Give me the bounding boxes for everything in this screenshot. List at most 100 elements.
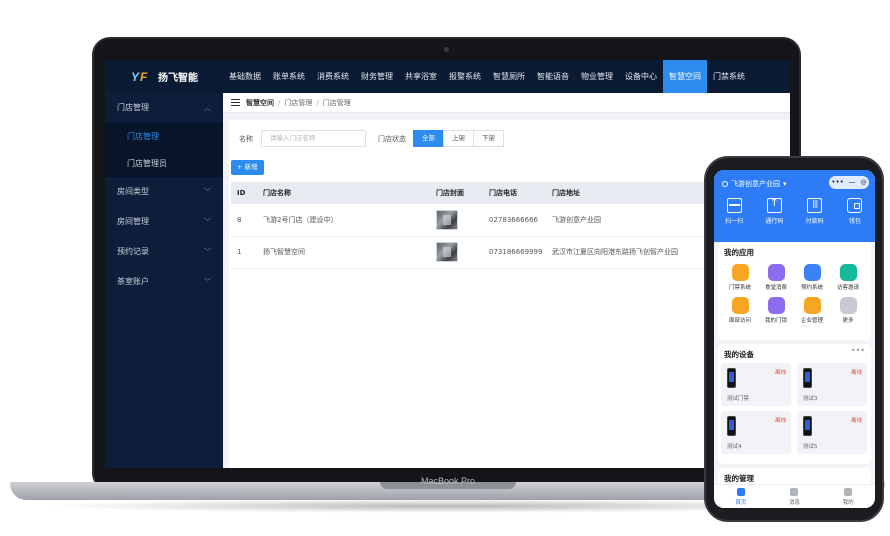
quick-action-label: 扫一扫 <box>725 218 744 225</box>
breadcrumb-item[interactable]: 智慧空间 <box>246 98 274 108</box>
logo[interactable]: YF 扬飞智能 <box>131 60 198 93</box>
nav-item[interactable]: 账单系统 <box>267 60 311 93</box>
more-menu-icon[interactable]: ••• <box>831 179 843 186</box>
column-header-cover[interactable]: 门店封面 <box>430 182 483 204</box>
sidebar-group-label: 预约记录 <box>117 247 149 256</box>
quick-action-label: 钱包 <box>848 218 861 225</box>
sidebar-group[interactable]: 门店管理 ︿ <box>105 93 223 123</box>
cell-phone: 073186669999 <box>483 236 546 269</box>
device-name: 测试3 <box>803 396 818 402</box>
quick-action[interactable]: 付款码 <box>797 198 833 225</box>
nav-item[interactable]: 门禁系统 <box>707 60 751 93</box>
menu-toggle-icon[interactable] <box>231 99 240 106</box>
sidebar-subitem[interactable]: 门店管理 <box>105 123 223 150</box>
app-tile[interactable]: 我的门锁 <box>758 297 794 324</box>
breadcrumb-item[interactable]: 门店管理 <box>284 98 312 108</box>
nav-item[interactable]: 消费系统 <box>311 60 355 93</box>
more-icon[interactable]: ••• <box>851 346 865 355</box>
quick-action[interactable]: 钱包 <box>837 198 873 225</box>
status-option[interactable]: 全部 <box>413 130 444 147</box>
app-label: 面部访问 <box>728 318 751 324</box>
tab-0[interactable]: 首页 <box>721 485 761 508</box>
device-status-badge: 离线 <box>850 370 862 376</box>
nav-item[interactable]: 基础数据 <box>223 60 267 93</box>
app-tile[interactable]: 企业管理 <box>794 297 830 324</box>
logo-text: 扬飞智能 <box>158 73 198 84</box>
sidebar-subitem[interactable]: 门店管理员 <box>105 150 223 177</box>
tab-1[interactable]: 消息 <box>774 485 814 508</box>
quick-action[interactable]: 扫一扫 <box>716 198 752 225</box>
sidebar-group[interactable]: 预约记录 ﹀ <box>105 237 223 267</box>
device-grid: 离线 测试门禁 离线 测试3 离线 测试4 离线 测试5 <box>721 363 868 454</box>
cell-id: 8 <box>231 204 257 237</box>
my-devices-card: 我的设备 ••• 离线 测试门禁 离线 测试3 离线 测试4 离线 测试5 <box>718 344 871 464</box>
store-name-input[interactable]: 请输入门店名称 <box>261 130 366 147</box>
status-option[interactable]: 上架 <box>443 130 474 147</box>
app-tile[interactable]: 门禁系统 <box>722 264 758 291</box>
device-card[interactable]: 离线测试3 <box>797 363 867 406</box>
phone-header: 飞游创意产业园 ▾ ••• — ◎ 扫一扫 通行码 付款码 钱包 <box>714 170 875 242</box>
device-card[interactable]: 离线测试4 <box>721 411 791 454</box>
miniprogram-capsule: ••• — ◎ <box>829 176 869 189</box>
app-tile[interactable]: 更多 <box>830 297 866 324</box>
nav-item[interactable]: 报警系统 <box>443 60 487 93</box>
column-header-id[interactable]: ID <box>231 182 257 204</box>
top-navbar: YF 扬飞智能 基础数据 账单系统 消费系统 财务管理 共享浴室 报警系统 智慧厕所 智能语音… <box>105 60 790 93</box>
app-tile[interactable]: 食堂消费 <box>758 264 794 291</box>
nav-item[interactable]: 共享浴室 <box>399 60 443 93</box>
company-icon <box>803 297 821 314</box>
barcode-icon <box>807 198 823 213</box>
sidebar-group[interactable]: 房间类型 ﹀ <box>105 177 223 207</box>
breadcrumb: 智慧空间 / 门店管理 / 门店管理 <box>223 93 790 113</box>
sidebar-group[interactable]: 茶室账户 ﹀ <box>105 267 223 297</box>
device-status-badge: 离线 <box>774 418 786 424</box>
app-tile[interactable]: 面部访问 <box>722 297 758 324</box>
store-cover-thumbnail[interactable] <box>436 242 458 262</box>
nav-item[interactable]: 物业管理 <box>575 60 619 93</box>
main-nav: 基础数据 账单系统 消费系统 财务管理 共享浴室 报警系统 智慧厕所 智能语音 物业管理 设备中心… <box>223 60 751 93</box>
nav-item[interactable]: 智能语音 <box>531 60 575 93</box>
device-name: 测试门禁 <box>727 396 750 402</box>
tab-2[interactable]: 我的 <box>828 485 868 508</box>
column-header-name[interactable]: 门店名称 <box>257 182 430 204</box>
cell-name: 飞游2号门店（建设中） <box>257 204 430 237</box>
chevron-down-icon: ﹀ <box>204 278 211 286</box>
name-filter-label: 名称 <box>239 134 253 143</box>
device-card[interactable]: 离线测试门禁 <box>721 363 791 406</box>
cell-name: 扬飞智慧空间 <box>257 236 430 269</box>
nav-item[interactable]: 智慧厕所 <box>487 60 531 93</box>
nav-item[interactable]: 智慧空间 <box>663 60 707 93</box>
location-selector[interactable]: 飞游创意产业园 ▾ <box>722 179 787 189</box>
app-tile[interactable]: 访客邀请 <box>830 264 866 291</box>
app-tile[interactable]: 预约系统 <box>794 264 830 291</box>
nav-item[interactable]: 财务管理 <box>355 60 399 93</box>
sidebar: 门店管理 ︿ 门店管理 门店管理员 房间类型 ﹀ 房间管理 ﹀ 预约记录 ﹀ 茶室账户 ﹀ <box>105 93 223 468</box>
store-cover-thumbnail[interactable] <box>436 209 458 230</box>
device-status-badge: 离线 <box>774 370 786 376</box>
my-apps-card: 我的应用 门禁系统 食堂消费 预约系统 访客邀请 面部访问 我的门锁 企业管理 更多 <box>718 242 871 340</box>
device-name: 测试4 <box>727 444 742 450</box>
minimize-icon[interactable]: — <box>849 179 856 186</box>
close-target-icon[interactable]: ◎ <box>860 179 866 186</box>
status-option[interactable]: 下架 <box>473 130 504 147</box>
location-name: 飞游创意产业园 <box>731 180 780 188</box>
tab-label: 消息 <box>788 500 800 506</box>
location-pin-icon <box>722 181 728 187</box>
lock-icon <box>767 297 785 314</box>
upload-icon <box>766 196 782 213</box>
quick-action[interactable]: 通行码 <box>756 196 792 225</box>
sidebar-group-label: 房间管理 <box>117 217 149 226</box>
booking-icon <box>803 264 821 281</box>
filter-bar: 名称 请输入门店名称 门店状态 全部 上架 下架 <box>239 130 504 147</box>
sidebar-group[interactable]: 房间管理 ﹀ <box>105 207 223 237</box>
device-card[interactable]: 离线 测试5 <box>797 411 867 454</box>
caret-down-icon: ▾ <box>783 180 787 188</box>
add-store-button[interactable]: + 新增 <box>231 160 264 175</box>
device-icon <box>727 368 736 388</box>
section-title: 我的管理 <box>724 474 754 483</box>
sidebar-group-label: 门店管理 <box>117 103 149 112</box>
door-access-icon <box>731 264 749 281</box>
column-header-phone[interactable]: 门店电话 <box>483 182 546 204</box>
nav-item[interactable]: 设备中心 <box>619 60 663 93</box>
wallet-icon <box>847 198 863 213</box>
